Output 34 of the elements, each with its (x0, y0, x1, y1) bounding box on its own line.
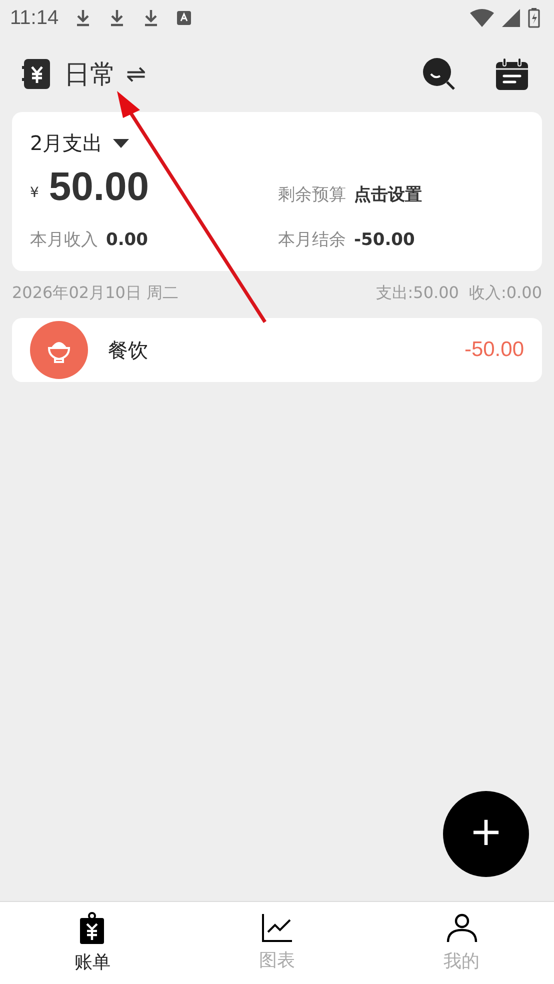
download-icon (108, 9, 125, 27)
battery-icon (528, 8, 540, 28)
day-date: 2026年02月10日 周二 (12, 283, 179, 304)
line-chart-icon (262, 914, 292, 942)
person-icon (446, 913, 478, 943)
currency-symbol: ¥ (30, 184, 39, 200)
download-icon (74, 9, 91, 27)
category-name: 餐饮 (108, 336, 148, 364)
transaction-amount: -50.00 (464, 338, 524, 362)
status-time: 11:14 (10, 6, 59, 30)
wifi-icon (470, 9, 494, 27)
book-title[interactable]: 日常 (64, 56, 116, 92)
dropdown-icon (112, 139, 129, 148)
keyboard-icon (176, 11, 191, 25)
balance-label: 本月结余 (278, 229, 346, 251)
day-income: 收入:0.00 (468, 283, 542, 304)
signal-icon (502, 9, 520, 27)
period-selector[interactable]: 2月支出 (30, 130, 524, 157)
download-icon (142, 9, 159, 27)
switch-book-button[interactable]: ⇌ (126, 60, 146, 88)
calendar-icon[interactable] (496, 58, 528, 90)
budget-label: 剩余预算 (278, 184, 346, 206)
income-label: 本月收入 (30, 229, 98, 251)
tab[interactable]: 账单 (0, 902, 185, 984)
expense-amount: 50.00 (48, 165, 150, 210)
ledger-icon[interactable] (22, 59, 50, 89)
search-icon[interactable] (422, 57, 456, 91)
receipt-icon (80, 912, 104, 944)
balance-value: -50.00 (354, 230, 415, 250)
transaction-item[interactable]: 餐饮 -50.00 (12, 318, 542, 382)
budget-link[interactable]: 点击设置 (354, 183, 422, 206)
add-button[interactable]: + (443, 791, 529, 877)
day-expense: 支出:50.00 (376, 283, 459, 304)
income-value: 0.00 (106, 230, 148, 250)
